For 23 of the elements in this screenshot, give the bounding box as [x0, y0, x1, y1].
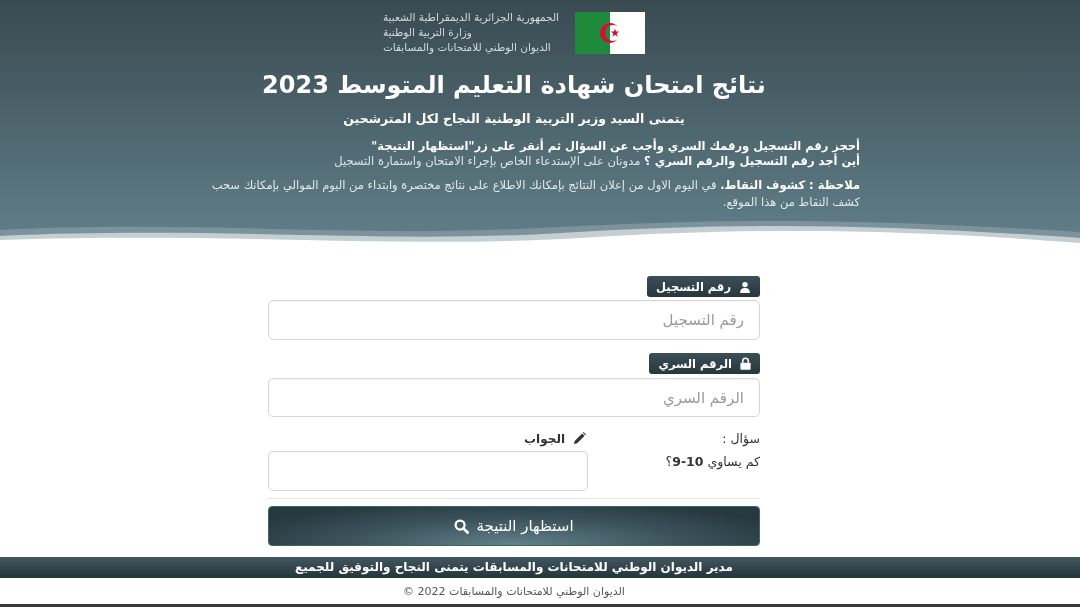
hint-text: أين أجد رقم التسجيل والرقم السري ؟ مدونان على الإستدعاء الخاص بإجراء الامتحان واستمارة التسجيل [333, 154, 860, 169]
flag-icon [575, 12, 646, 54]
instruction-text: أحجز رقم التسجيل ورقمك السري وأجب عن السؤال ثم أنقر على زر"استظهار النتيجة" [370, 139, 860, 154]
emblem-text: وزارة التربية الوطنية [382, 25, 472, 40]
subtitle: يتمنى السيد وزير التربية الوطنية النجاح لكل المترشحين [343, 110, 685, 128]
pencil-icon [573, 432, 586, 445]
user-icon [739, 280, 751, 293]
show-result-button[interactable]: استظهار النتيجة [268, 506, 760, 546]
footer-message: مدير الديوان الوطني للامتحانات والمسابقات يتمنى النجاح والتوفيق للجميع [295, 559, 733, 577]
search-icon [454, 518, 470, 534]
field-label: الرقم السري [658, 356, 732, 371]
copyright-text: الديوان الوطني للامتحانات والمسابقات 2022 © [403, 584, 625, 598]
secret-number-field[interactable]: الرقم السري [268, 378, 760, 417]
question-label: سؤال : [722, 430, 760, 447]
answer-field[interactable] [268, 451, 588, 491]
registration-number-field[interactable]: رقم التسجيل [268, 300, 760, 340]
answer-label: الجواب [524, 431, 565, 446]
emblem-text: الجمهورية الجزائرية الديمقراطية الشعبية [382, 10, 560, 25]
field-label: رقم التسجيل [655, 279, 731, 294]
lock-icon [740, 357, 751, 370]
page-title: نتائج امتحان شهادة التعليم المتوسط 2023 [262, 70, 766, 101]
note-text: ملاحظة : كشوف النقاط. في اليوم الاول من إعلان النتائج بإمكانك الاطلاع على نتائج مختصرة وابتداء من اليوم الموالي بإمكانك سحب كشف النقاط من هذا الموقع. [210, 177, 860, 211]
emblem-text: الديوان الوطني للامتحانات والمسابقات [382, 40, 551, 55]
